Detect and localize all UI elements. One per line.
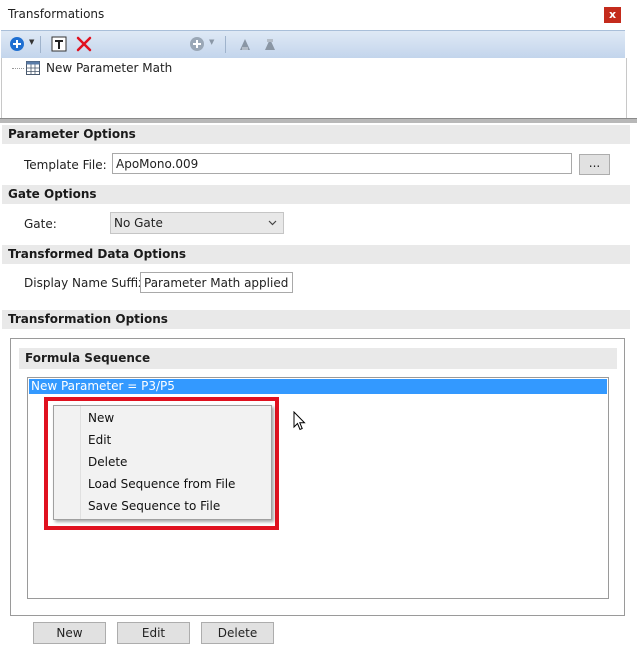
close-button[interactable]: x: [604, 7, 621, 23]
formula-sequence-header: Formula Sequence: [19, 348, 617, 369]
gate-select[interactable]: No Gate: [110, 212, 284, 234]
parameter-math-icon: [26, 61, 40, 75]
list-item[interactable]: New Parameter = P3/P5: [29, 379, 607, 394]
context-menu-load-sequence[interactable]: Load Sequence from File: [88, 477, 235, 491]
template-file-label: Template File:: [24, 158, 107, 172]
add-dropdown-icon[interactable]: ▼: [29, 38, 34, 46]
mouse-cursor-icon: [293, 411, 306, 431]
display-name-suffix-input[interactable]: Parameter Math applied: [140, 272, 293, 293]
text-format-icon[interactable]: [51, 36, 67, 52]
context-menu-delete[interactable]: Delete: [88, 455, 127, 469]
context-menu-new[interactable]: New: [88, 411, 114, 425]
tree-connector: [12, 68, 24, 69]
transformed-data-options-header: Transformed Data Options: [2, 245, 630, 264]
move-down-icon: [265, 39, 275, 50]
toolbar-separator: [40, 36, 41, 53]
browse-button[interactable]: ...: [579, 154, 610, 175]
context-menu-edit[interactable]: Edit: [88, 433, 111, 447]
splitter[interactable]: [0, 118, 637, 123]
new-button[interactable]: New: [33, 622, 106, 644]
add-disabled-dropdown-icon: ▼: [209, 38, 215, 46]
template-file-input[interactable]: ApoMono.009: [112, 153, 572, 174]
edit-button[interactable]: Edit: [117, 622, 190, 644]
gate-label: Gate:: [24, 217, 57, 231]
toolbar-separator: [225, 36, 226, 53]
gate-select-value: No Gate: [114, 216, 163, 230]
display-name-suffix-label: Display Name Suffix: [24, 276, 146, 290]
gate-options-header: Gate Options: [2, 185, 630, 204]
delete-icon[interactable]: [76, 36, 92, 52]
move-up-icon: [240, 39, 250, 50]
transformation-options-header: Transformation Options: [2, 310, 630, 329]
delete-button[interactable]: Delete: [201, 622, 274, 644]
context-menu-save-sequence[interactable]: Save Sequence to File: [88, 499, 220, 513]
toolbar: ▼ ▼: [1, 30, 625, 59]
add-disabled-icon: [190, 37, 204, 51]
context-menu-gutter: [80, 406, 81, 519]
window-title: Transformations: [8, 7, 105, 21]
tree-item-new-parameter-math[interactable]: New Parameter Math: [46, 61, 172, 75]
parameter-options-header: Parameter Options: [2, 125, 630, 144]
chevron-down-icon: [268, 220, 277, 226]
add-icon[interactable]: [9, 36, 25, 52]
